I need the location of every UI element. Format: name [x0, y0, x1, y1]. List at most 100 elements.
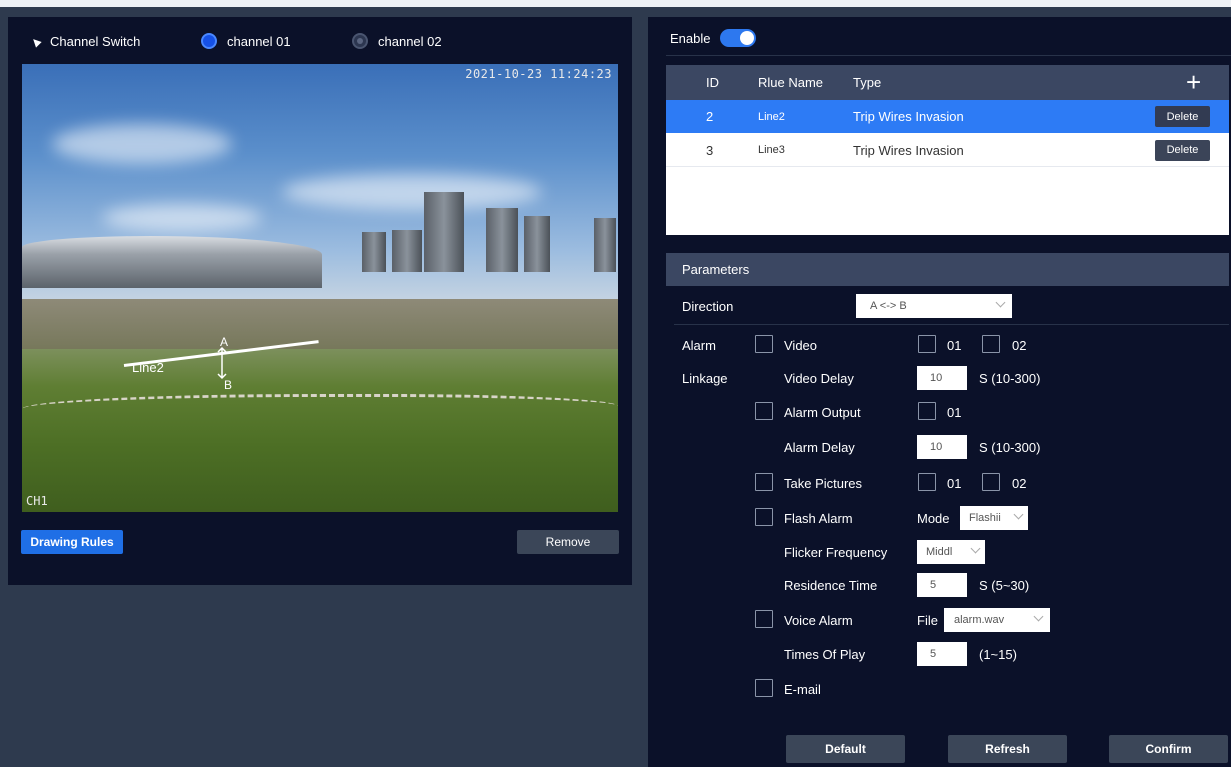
video-timestamp: 2021-10-23 11:24:23	[465, 67, 612, 81]
parameters-section: Parameters Direction A <-> B Alarm Linka…	[666, 253, 1231, 717]
enable-row: Enable	[670, 29, 757, 47]
video-ch02-checkbox[interactable]	[982, 335, 1000, 353]
remove-button[interactable]: Remove	[517, 530, 619, 554]
linkage-label: Linkage	[682, 371, 728, 386]
bidirectional-arrow-icon	[217, 346, 227, 380]
channel-bar: Channel Switch channel 01 channel 02	[8, 17, 632, 63]
confirm-button[interactable]: Confirm	[1109, 735, 1228, 763]
file-label: File	[917, 613, 938, 628]
rules-table: ID Rlue Name Type + 2 Line2 Trip Wires I…	[666, 65, 1229, 235]
collapse-triangle-icon	[30, 35, 42, 48]
header-type: Type	[853, 75, 882, 90]
file-select-value: alarm.wav	[954, 614, 1005, 626]
take-pictures-ch02-checkbox[interactable]	[982, 473, 1000, 491]
building-shape	[362, 232, 386, 272]
residence-time-input[interactable]: 5	[917, 573, 967, 597]
building-shape	[594, 218, 616, 272]
mode-select[interactable]: Flashii	[960, 506, 1028, 530]
flicker-frequency-label: Flicker Frequency	[784, 545, 888, 560]
email-label: E-mail	[784, 682, 821, 697]
row-type: Trip Wires Invasion	[853, 109, 964, 124]
flicker-frequency-select[interactable]: Middl	[917, 540, 985, 564]
channel-switch-label: Channel Switch	[50, 34, 141, 49]
radio-channel-02[interactable]: channel 02	[352, 33, 442, 49]
refresh-button[interactable]: Refresh	[948, 735, 1067, 763]
residence-time-unit: S (5~30)	[979, 578, 1030, 593]
video-ch01-label: 01	[947, 338, 962, 353]
table-row[interactable]: 2 Line2 Trip Wires Invasion Delete	[666, 100, 1229, 133]
table-row[interactable]: 3 Line3 Trip Wires Invasion Delete	[666, 134, 1229, 167]
voice-alarm-checkbox[interactable]	[755, 610, 773, 628]
cloud-shape	[102, 204, 262, 232]
delete-button[interactable]: Delete	[1155, 106, 1210, 127]
radio-channel-02-label: channel 02	[378, 33, 442, 49]
delete-button[interactable]: Delete	[1155, 139, 1210, 161]
table-header: ID Rlue Name Type +	[666, 65, 1229, 100]
divider	[674, 324, 1229, 325]
times-of-play-input[interactable]: 5	[917, 642, 967, 666]
video-checkbox[interactable]	[755, 335, 773, 353]
flash-alarm-label: Flash Alarm	[784, 511, 853, 526]
preview-panel: Channel Switch channel 01 channel 02 202…	[8, 17, 632, 585]
channel-switch-toggle[interactable]: Channel Switch	[30, 34, 141, 49]
building-shape	[524, 216, 550, 272]
chevron-down-icon	[970, 543, 981, 554]
radio-channel-01[interactable]: channel 01	[201, 33, 291, 49]
take-pictures-checkbox[interactable]	[755, 473, 773, 491]
top-strip	[0, 0, 1231, 7]
building-shape	[424, 192, 464, 272]
plus-icon[interactable]: +	[1186, 69, 1201, 95]
video-label: Video	[784, 338, 818, 353]
radio-unselected-icon	[352, 33, 368, 49]
file-select[interactable]: alarm.wav	[944, 608, 1050, 632]
row-type: Trip Wires Invasion	[853, 142, 964, 158]
video-channel-overlay: CH1	[26, 494, 48, 508]
enable-toggle[interactable]	[720, 29, 757, 47]
take-pictures-ch01-checkbox[interactable]	[918, 473, 936, 491]
video-preview[interactable]: 2021-10-23 11:24:23 CH1 Line2 A B	[22, 64, 618, 512]
video-delay-input[interactable]: 10	[917, 366, 967, 390]
footpath-shape	[22, 394, 618, 424]
times-of-play-unit: (1~15)	[979, 647, 1017, 662]
cloud-shape	[52, 124, 232, 164]
drawing-rules-button[interactable]: Drawing Rules	[21, 530, 123, 554]
take-pictures-ch02-label: 02	[1012, 476, 1027, 491]
radio-channel-01-label: channel 01	[227, 33, 291, 49]
alarm-delay-label: Alarm Delay	[784, 440, 855, 455]
direction-select[interactable]: A <-> B	[856, 294, 1012, 318]
take-pictures-label: Take Pictures	[784, 476, 863, 491]
flash-alarm-checkbox[interactable]	[755, 508, 773, 526]
radio-selected-icon	[201, 33, 217, 49]
stadium-shape	[22, 236, 322, 288]
default-button[interactable]: Default	[786, 735, 905, 763]
video-delay-label: Video Delay	[784, 371, 854, 386]
voice-alarm-label: Voice Alarm	[784, 613, 853, 628]
alarm-delay-unit: S (10-300)	[979, 440, 1041, 455]
alarm-output-checkbox[interactable]	[755, 402, 773, 420]
mode-select-value: Flashii	[969, 512, 1001, 524]
take-pictures-ch01-label: 01	[947, 476, 962, 491]
row-name: Line2	[758, 110, 785, 123]
alarm-output-label: Alarm Output	[784, 405, 861, 420]
divider	[666, 55, 1231, 56]
alarm-label: Alarm	[682, 338, 716, 353]
mode-label: Mode	[917, 511, 950, 526]
row-name: Line3	[758, 144, 785, 156]
rule-point-b: B	[224, 378, 233, 392]
video-delay-unit: S (10-300)	[979, 371, 1041, 386]
direction-label: Direction	[682, 299, 734, 314]
building-shape	[486, 208, 518, 272]
cloud-shape	[282, 174, 542, 210]
chevron-down-icon	[1013, 509, 1024, 520]
alarm-output-ch01-label: 01	[947, 405, 962, 420]
header-rule-name: Rlue Name	[758, 75, 824, 90]
enable-label: Enable	[670, 30, 711, 46]
video-ch01-checkbox[interactable]	[918, 335, 936, 353]
header-id: ID	[706, 75, 719, 90]
alarm-delay-input[interactable]: 10	[917, 435, 967, 459]
building-shape	[392, 230, 422, 272]
parameters-title: Parameters	[666, 253, 1229, 286]
alarm-output-ch01-checkbox[interactable]	[918, 402, 936, 420]
email-checkbox[interactable]	[755, 679, 773, 697]
left-bottom-area	[8, 586, 632, 767]
